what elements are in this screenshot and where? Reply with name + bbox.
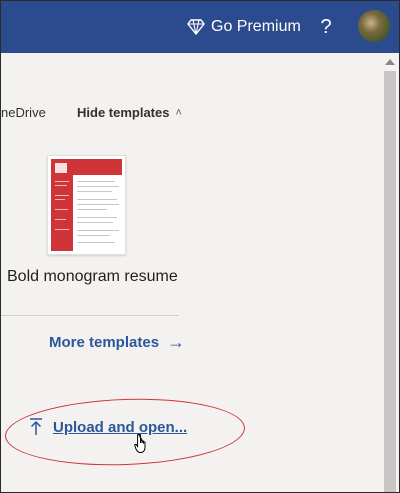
hide-templates-label: Hide templates xyxy=(77,105,170,120)
avatar[interactable] xyxy=(358,10,390,42)
scrollbar-thumb[interactable] xyxy=(384,71,396,492)
arrow-right-icon: → xyxy=(167,332,186,352)
template-thumbnail xyxy=(51,159,122,251)
chevron-up-icon: ˄ xyxy=(175,106,182,119)
thumbnail-header xyxy=(73,159,122,175)
app-window: Go Premium ? neDrive Hide templates ˄ Bo… xyxy=(0,0,400,493)
more-templates-label: More templates xyxy=(49,334,160,351)
scroll-up-icon[interactable] xyxy=(385,59,395,65)
more-templates-link[interactable]: More templates → xyxy=(49,332,185,353)
upload-arrow-icon xyxy=(30,418,42,435)
top-bar: Go Premium ? xyxy=(1,1,399,53)
upload-and-open-label: Upload and open... xyxy=(53,418,188,436)
go-premium-button[interactable]: Go Premium xyxy=(187,14,301,40)
monogram-icon xyxy=(55,163,67,173)
go-premium-label: Go Premium xyxy=(211,18,301,35)
hand-cursor-icon xyxy=(134,434,146,453)
template-card[interactable] xyxy=(47,155,126,255)
diamond-icon xyxy=(187,19,205,35)
divider xyxy=(1,315,179,316)
onedrive-label[interactable]: neDrive xyxy=(1,105,46,120)
upload-and-open-button[interactable]: Upload and open... xyxy=(29,418,187,436)
help-button[interactable]: ? xyxy=(317,15,335,39)
template-name[interactable]: Bold monogram resume xyxy=(7,268,178,286)
question-icon: ? xyxy=(320,16,332,38)
hide-templates-button[interactable]: Hide templates ˄ xyxy=(77,105,182,120)
vertical-scrollbar[interactable] xyxy=(381,53,399,492)
